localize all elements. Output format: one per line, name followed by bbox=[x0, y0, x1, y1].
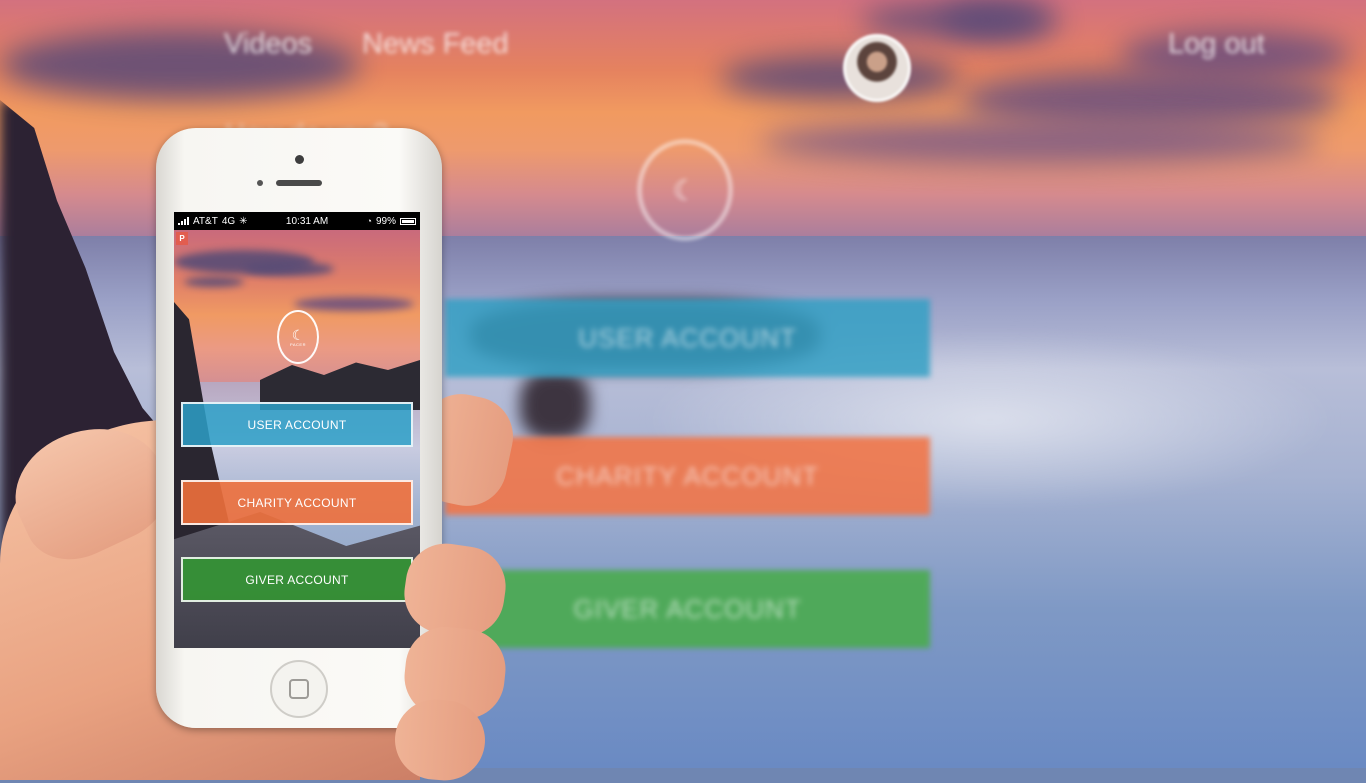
sensor-icon bbox=[257, 180, 263, 186]
alarm-icon: ◔ bbox=[366, 216, 372, 226]
battery-label: 99% bbox=[375, 215, 396, 227]
bg-user-account-button[interactable]: USER ACCOUNT bbox=[445, 299, 930, 377]
home-button[interactable] bbox=[270, 660, 328, 718]
activity-icon: ✳ bbox=[239, 215, 248, 227]
battery-icon bbox=[400, 217, 416, 225]
front-camera-icon bbox=[295, 155, 304, 164]
charity-account-button[interactable]: CHARITY ACCOUNT bbox=[181, 480, 413, 525]
user-account-button[interactable]: USER ACCOUNT bbox=[181, 402, 413, 447]
cloud bbox=[760, 120, 1320, 165]
status-bar: AT&T 4G ✳ 10:31 AM ◔ 99% bbox=[174, 212, 420, 230]
clock-label: 10:31 AM bbox=[285, 215, 329, 227]
rock bbox=[520, 370, 590, 440]
earpiece-speaker bbox=[276, 180, 322, 186]
log-out-link[interactable]: Log out bbox=[1168, 28, 1265, 61]
cloud bbox=[860, 4, 1040, 36]
nav-videos-link[interactable]: Videos bbox=[224, 28, 312, 61]
cloud bbox=[294, 297, 414, 311]
home-square-icon bbox=[289, 679, 309, 699]
profile-avatar-icon[interactable] bbox=[843, 34, 911, 102]
giver-account-button[interactable]: GIVER ACCOUNT bbox=[181, 557, 413, 602]
cloud bbox=[184, 277, 244, 287]
app-badge: P bbox=[176, 232, 188, 245]
cloud bbox=[244, 262, 334, 276]
status-left: AT&T 4G ✳ bbox=[178, 216, 248, 227]
bg-giver-account-button[interactable]: GIVER ACCOUNT bbox=[445, 570, 930, 648]
cloud bbox=[720, 55, 960, 100]
logo-glyph-icon: ☾ bbox=[291, 326, 305, 343]
nav-news-feed-link[interactable]: News Feed bbox=[362, 28, 509, 61]
network-label: 4G bbox=[221, 215, 236, 227]
status-right: ◔ 99% bbox=[367, 216, 416, 227]
phone-screen: AT&T 4G ✳ 10:31 AM ◔ 99% P ☾ PACER USER … bbox=[174, 212, 420, 648]
pacer-logo-icon: ☾ bbox=[638, 140, 732, 240]
signal-icon bbox=[178, 217, 189, 225]
pacer-logo-icon: ☾ PACER bbox=[277, 310, 319, 364]
logo-text: PACER bbox=[290, 341, 306, 347]
carrier-label: AT&T bbox=[193, 215, 218, 227]
bg-charity-account-button[interactable]: CHARITY ACCOUNT bbox=[445, 437, 930, 515]
